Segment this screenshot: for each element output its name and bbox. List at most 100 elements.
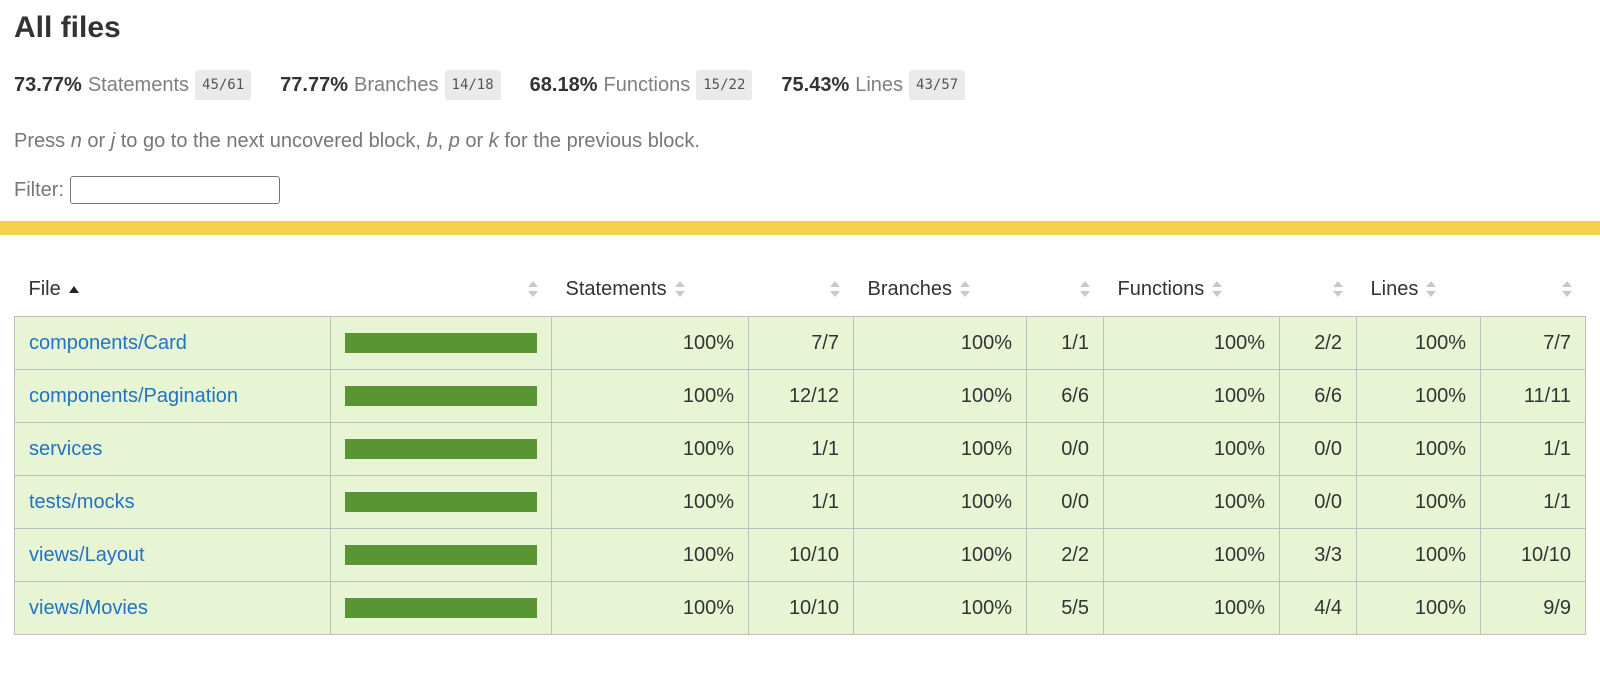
file-cell: views/Layout	[14, 528, 331, 582]
functions-fraction: 2/2	[1279, 316, 1357, 370]
file-link[interactable]: components/Card	[29, 332, 187, 354]
coverage-bar	[345, 333, 537, 353]
coverage-bar-cell	[330, 475, 552, 529]
file-link[interactable]: services	[29, 438, 102, 460]
sort-icon	[1561, 281, 1572, 297]
coverage-bar-cell	[330, 369, 552, 423]
summary-fraction-badge: 43/57	[909, 70, 966, 100]
branches-fraction: 1/1	[1026, 316, 1104, 370]
table-row: components/Card 100% 7/7 100% 1/1 100% 2…	[14, 316, 1586, 370]
functions-fraction: 3/3	[1279, 528, 1357, 582]
status-divider	[0, 221, 1600, 235]
summary-fraction-badge: 14/18	[444, 70, 501, 100]
branches-pct: 100%	[853, 369, 1027, 423]
sort-icon	[1332, 281, 1343, 297]
statements-pct: 100%	[551, 316, 749, 370]
lines-fraction: 1/1	[1480, 475, 1586, 529]
table-row: views/Layout 100% 10/10 100% 2/2 100% 3/…	[14, 528, 1586, 582]
summary-functions: 68.18% Functions 15/22	[530, 70, 753, 100]
functions-fraction: 4/4	[1279, 581, 1357, 635]
sort-icon	[829, 281, 840, 297]
lines-pct: 100%	[1356, 475, 1481, 529]
table-row: components/Pagination 100% 12/12 100% 6/…	[14, 369, 1586, 423]
lines-pct: 100%	[1356, 422, 1481, 476]
table-row: tests/mocks 100% 1/1 100% 0/0 100% 0/0 1…	[14, 475, 1586, 529]
file-link[interactable]: tests/mocks	[29, 491, 135, 513]
keyboard-hint: Press n or j to go to the next uncovered…	[14, 128, 1586, 154]
branches-fraction: 5/5	[1026, 581, 1104, 635]
header-functions-raw[interactable]	[1280, 262, 1357, 317]
statements-fraction: 1/1	[748, 475, 854, 529]
summary-pct: 77.77%	[280, 73, 349, 96]
statements-pct: 100%	[551, 581, 749, 635]
branches-fraction: 0/0	[1026, 422, 1104, 476]
branches-fraction: 2/2	[1026, 528, 1104, 582]
branches-pct: 100%	[853, 581, 1027, 635]
filter-label: Filter:	[14, 178, 64, 201]
header-branches-raw[interactable]	[1027, 262, 1104, 317]
file-link[interactable]: components/Pagination	[29, 385, 238, 407]
coverage-bar	[345, 386, 537, 406]
sort-icon	[960, 281, 970, 298]
lines-pct: 100%	[1356, 581, 1481, 635]
table-row: views/Movies 100% 10/10 100% 5/5 100% 4/…	[14, 581, 1586, 635]
lines-pct: 100%	[1356, 316, 1481, 370]
header-branches[interactable]: Branches	[854, 262, 1027, 317]
branches-fraction: 6/6	[1026, 369, 1104, 423]
file-link[interactable]: views/Movies	[29, 597, 148, 619]
sort-icon	[1426, 281, 1437, 298]
header-label: Lines	[1370, 277, 1419, 300]
branches-fraction: 0/0	[1026, 475, 1104, 529]
branches-pct: 100%	[853, 316, 1027, 370]
table-row: services 100% 1/1 100% 0/0 100% 0/0 100%…	[14, 422, 1586, 476]
lines-fraction: 1/1	[1480, 422, 1586, 476]
functions-pct: 100%	[1103, 422, 1280, 476]
header-functions[interactable]: Functions	[1104, 262, 1280, 317]
hint-key: p	[448, 130, 460, 152]
coverage-table: File Statements Branches Functions Lines…	[14, 262, 1586, 635]
functions-pct: 100%	[1103, 528, 1280, 582]
statements-fraction: 1/1	[748, 422, 854, 476]
summary-label: Branches	[354, 73, 439, 96]
coverage-bar	[345, 492, 537, 512]
lines-pct: 100%	[1356, 369, 1481, 423]
file-cell: services	[14, 422, 331, 476]
header-lines-raw[interactable]	[1481, 262, 1586, 317]
functions-pct: 100%	[1103, 475, 1280, 529]
file-cell: components/Card	[14, 316, 331, 370]
header-label: File	[28, 277, 61, 300]
filter-input[interactable]	[70, 176, 280, 204]
lines-fraction: 9/9	[1480, 581, 1586, 635]
header-lines[interactable]: Lines	[1357, 262, 1481, 317]
filter-row: Filter:	[14, 174, 1586, 206]
sort-icon	[527, 281, 538, 297]
statements-fraction: 7/7	[748, 316, 854, 370]
header-label: Branches	[867, 277, 953, 300]
hint-key: k	[488, 130, 499, 152]
header-statements-raw[interactable]	[749, 262, 854, 317]
file-link[interactable]: views/Layout	[29, 544, 145, 566]
coverage-bar	[345, 439, 537, 459]
hint-text: or	[81, 130, 111, 152]
coverage-bar-cell	[330, 316, 552, 370]
branches-pct: 100%	[853, 475, 1027, 529]
summary-label: Statements	[87, 73, 190, 96]
header-file-bar[interactable]	[331, 262, 552, 317]
file-cell: components/Pagination	[14, 369, 331, 423]
header-file[interactable]: File	[15, 262, 331, 317]
summary-fraction-badge: 15/22	[696, 70, 753, 100]
lines-fraction: 7/7	[1480, 316, 1586, 370]
header-label: Functions	[1117, 277, 1205, 300]
sort-icon	[1079, 281, 1090, 297]
summary-fraction-badge: 45/61	[195, 70, 252, 100]
hint-text: Press	[14, 130, 71, 152]
summary-statements: 73.77% Statements 45/61	[14, 70, 252, 100]
functions-fraction: 0/0	[1279, 422, 1357, 476]
statements-fraction: 12/12	[748, 369, 854, 423]
file-cell: views/Movies	[14, 581, 331, 635]
summary-lines: 75.43% Lines 43/57	[781, 70, 966, 100]
hint-key: n	[70, 130, 82, 152]
summary-pct: 68.18%	[529, 73, 598, 96]
header-statements[interactable]: Statements	[552, 262, 749, 317]
summary-pct: 73.77%	[14, 73, 82, 96]
